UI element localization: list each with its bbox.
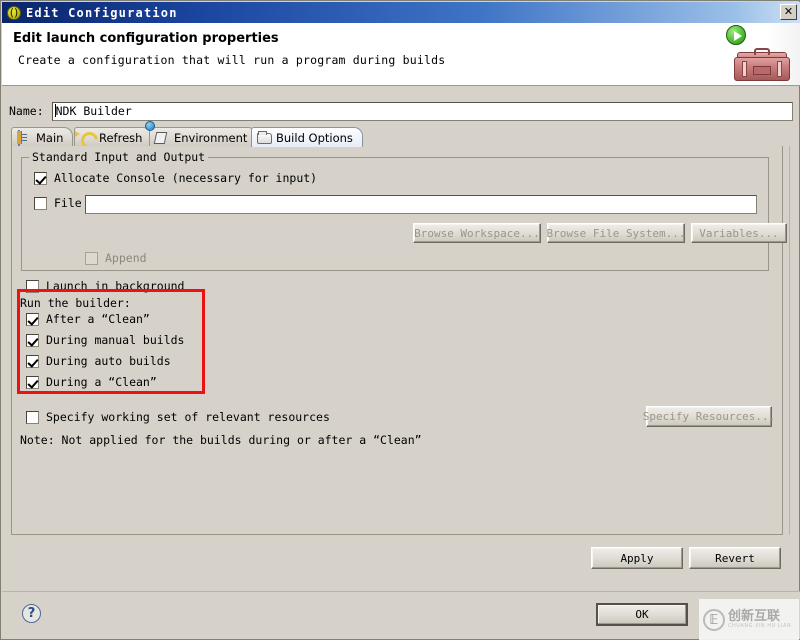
browse-file-system-button[interactable]: Browse File System...: [546, 223, 686, 243]
tab-build-options-label: Build Options: [276, 130, 353, 145]
run-after-clean-label: After a “Clean”: [46, 312, 150, 326]
title-bar: () Edit Configuration ✕: [2, 2, 800, 23]
name-row: Name: NDK Builder: [9, 101, 793, 121]
file-path-input[interactable]: [85, 195, 757, 214]
dialog-header: Edit launch configuration properties Cre…: [2, 23, 800, 86]
run-the-builder-title: Run the builder:: [20, 296, 131, 310]
toolbox-with-play-icon: [720, 23, 800, 85]
allocate-console-checkbox[interactable]: [34, 171, 47, 185]
allocate-console-row[interactable]: Allocate Console (necessary for input): [34, 171, 317, 185]
name-input-value: NDK Builder: [55, 103, 132, 118]
tab-refresh-label: Refresh: [99, 130, 143, 145]
name-input[interactable]: NDK Builder: [51, 101, 793, 121]
run-during-manual-builds-label: During manual builds: [46, 333, 185, 347]
apply-revert-bar: Apply Revert: [11, 535, 783, 579]
cx-circle-logo: 𝔼: [703, 609, 725, 631]
play-badge-icon: [726, 25, 746, 45]
run-during-manual-builds-row[interactable]: During manual builds: [26, 333, 184, 347]
folder-open-icon: [257, 131, 272, 145]
refresh-icon: [80, 131, 95, 145]
revert-button[interactable]: Revert: [689, 547, 781, 569]
edit-configuration-dialog: () Edit Configuration ✕ Edit launch conf…: [0, 0, 800, 640]
watermark: 𝔼 创新互联 CHUANG XIN HU LIAN: [699, 599, 799, 640]
page-subtitle: Create a configuration that will run a p…: [18, 53, 446, 67]
file-row[interactable]: File: [34, 196, 82, 210]
tab-bar: Main Refresh Environment Build Options: [11, 127, 791, 147]
question-mark-icon[interactable]: ?: [22, 604, 41, 623]
dialog-footer: ? OK: [2, 591, 800, 639]
specify-working-set-row[interactable]: Specify working set of relevant resource…: [26, 410, 330, 424]
page-title: Edit launch configuration properties: [13, 31, 279, 46]
run-during-clean-label: During a “Clean”: [46, 375, 157, 389]
tab-refresh[interactable]: Refresh: [74, 127, 153, 147]
tab-environment-label: Environment: [174, 130, 248, 145]
watermark-subtext: CHUANG XIN HU LIAN: [728, 623, 792, 629]
standard-io-group: Standard Input and Output Allocate Conso…: [21, 150, 787, 271]
file-checkbox[interactable]: [34, 196, 47, 210]
append-label: Append: [105, 251, 147, 265]
document-icon: [17, 129, 32, 146]
pane-right-edge: [789, 146, 798, 535]
environment-icon: [155, 131, 170, 145]
launch-in-background-checkbox[interactable]: [26, 279, 39, 293]
tab-main[interactable]: Main: [11, 127, 74, 147]
run-during-auto-builds-row[interactable]: During auto builds: [26, 354, 171, 368]
config-ball-icon: (): [6, 5, 22, 21]
window-title: Edit Configuration: [26, 5, 178, 20]
specify-working-set-checkbox[interactable]: [26, 410, 39, 424]
variables-button[interactable]: Variables...: [691, 223, 787, 243]
note-text: Note: Not applied for the builds during …: [20, 433, 422, 447]
allocate-console-label: Allocate Console (necessary for input): [54, 171, 318, 185]
specify-working-set-label: Specify working set of relevant resource…: [46, 410, 330, 424]
run-during-auto-builds-checkbox[interactable]: [26, 354, 39, 368]
watermark-text: 创新互联: [728, 609, 781, 624]
tab-build-options[interactable]: Build Options: [251, 127, 363, 147]
append-checkbox[interactable]: [85, 251, 98, 265]
run-during-manual-builds-checkbox[interactable]: [26, 333, 39, 347]
tab-main-label: Main: [36, 130, 64, 145]
file-label: File: [54, 196, 82, 210]
name-label: Name:: [9, 104, 44, 118]
run-after-clean-row[interactable]: After a “Clean”: [26, 312, 150, 326]
apply-button[interactable]: Apply: [591, 547, 683, 569]
append-row[interactable]: Append: [85, 251, 147, 265]
launch-in-background-row[interactable]: Launch in background: [26, 279, 184, 293]
run-after-clean-checkbox[interactable]: [26, 312, 39, 326]
run-during-auto-builds-label: During auto builds: [46, 354, 171, 368]
standard-io-group-title: Standard Input and Output: [29, 150, 209, 164]
specify-resources-button[interactable]: Specify Resources...: [643, 406, 775, 427]
browse-workspace-button[interactable]: Browse Workspace...: [413, 223, 541, 243]
ok-button[interactable]: OK: [596, 603, 688, 626]
run-during-clean-checkbox[interactable]: [26, 375, 39, 389]
build-options-pane: Standard Input and Output Allocate Conso…: [11, 146, 787, 535]
tab-environment[interactable]: Environment: [149, 127, 258, 147]
launch-in-background-label: Launch in background: [46, 279, 185, 293]
close-icon[interactable]: ✕: [780, 4, 797, 20]
run-during-clean-row[interactable]: During a “Clean”: [26, 375, 157, 389]
